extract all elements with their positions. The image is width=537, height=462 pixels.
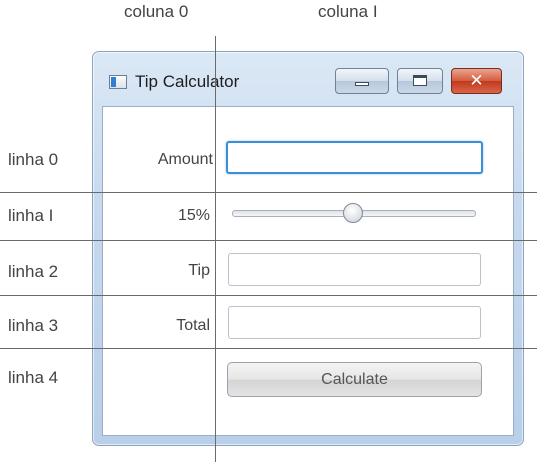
column-0-label: coluna 0 [124,2,189,21]
total-label: Total [176,317,210,334]
amount-label: Amount [157,151,213,168]
window-title: Tip Calculator [135,72,240,91]
row-divider-line-1 [0,192,537,193]
maximize-button[interactable] [397,68,443,94]
close-icon: ✕ [469,71,484,90]
tip-label: Tip [188,262,210,279]
row-3-label: linha 3 [8,316,59,335]
minimize-icon [355,82,369,86]
row-4-label: linha 4 [8,368,59,387]
row-divider-line-2 [0,240,537,241]
percentage-slider-thumb[interactable] [343,203,363,223]
row-0-label: linha 0 [8,150,59,169]
title-bar[interactable]: Tip Calculator ✕ [93,52,523,106]
minimize-button[interactable] [335,68,389,94]
calculate-button[interactable]: Calculate [227,362,482,397]
close-button[interactable]: ✕ [451,68,502,94]
percentage-label: 15% [177,207,210,224]
amount-input[interactable] [226,141,483,174]
row-divider-line-4 [0,348,537,349]
maximize-icon [413,75,427,86]
row-2-label: linha 2 [8,262,59,281]
app-window-icon [109,75,127,89]
row-divider-line-3 [0,295,537,296]
row-1-label: linha I [8,206,54,225]
column-divider-line [215,36,216,462]
tip-output[interactable] [228,253,481,286]
total-output[interactable] [228,306,481,339]
column-1-label: coluna I [318,2,378,21]
